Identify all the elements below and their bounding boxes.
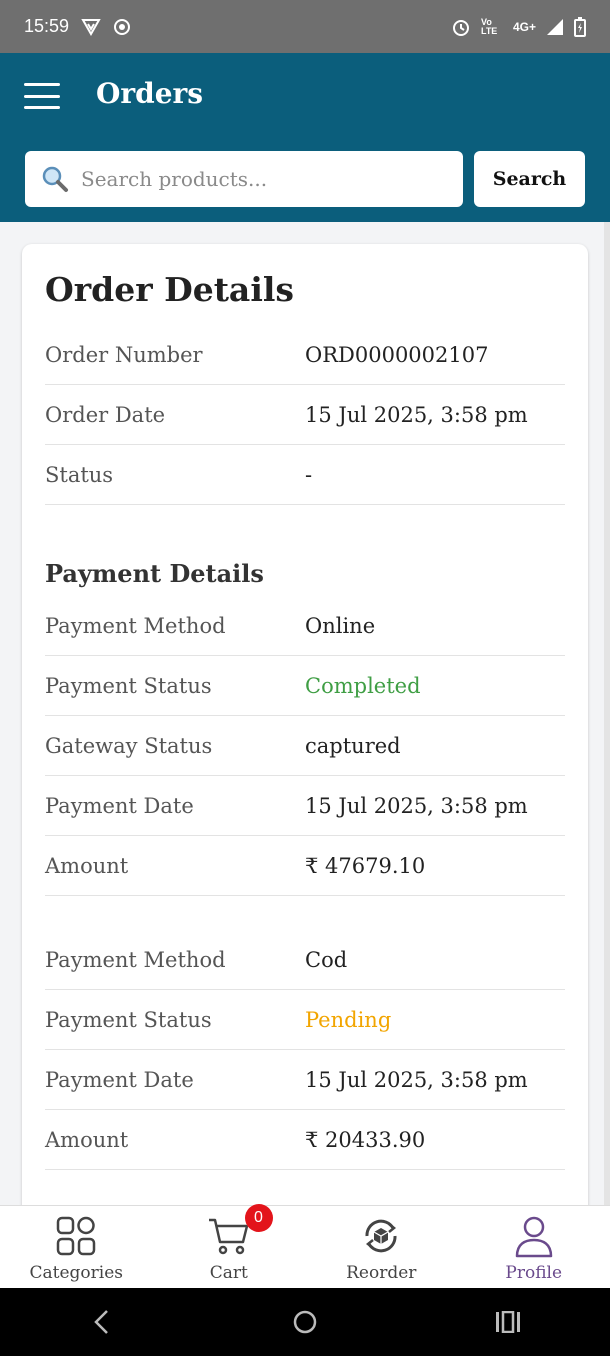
payment-label: Payment Method: [45, 947, 226, 972]
payment-value: 15 Jul 2025, 3:58 pm: [305, 1067, 528, 1092]
cart-icon: [208, 1218, 248, 1255]
detail-value: 15 Jul 2025, 3:58 pm: [305, 402, 528, 427]
payment-row: Gateway Status captured: [45, 716, 565, 776]
signal-icon: [547, 18, 563, 35]
detail-value: ORD0000002107: [305, 342, 489, 367]
payment-value: Online: [305, 613, 376, 638]
search-icon: [42, 166, 68, 192]
scrollbar[interactable]: [604, 222, 610, 1205]
nav-label: Profile: [505, 1263, 563, 1283]
nav-cart[interactable]: 0 Cart: [153, 1204, 306, 1288]
payment-value: captured: [305, 733, 401, 758]
back-icon[interactable]: [72, 1302, 132, 1342]
payment-label: Amount: [45, 853, 129, 878]
recents-icon[interactable]: [478, 1302, 538, 1342]
app-header: Orders Search: [0, 53, 610, 222]
payment-label: Payment Method: [45, 613, 226, 638]
home-icon[interactable]: [275, 1302, 335, 1342]
reorder-icon: [365, 1219, 397, 1253]
payment-label: Payment Status: [45, 1007, 212, 1032]
battery-icon: [574, 16, 586, 37]
nav-label: Reorder: [346, 1263, 417, 1283]
payment-row: Amount ₹ 47679.10: [45, 836, 565, 896]
nav-label: Cart: [209, 1263, 248, 1283]
bottom-nav: Categories 0 Cart Reorder Profile: [0, 1204, 610, 1288]
detail-value: -: [305, 462, 313, 487]
payment-row: [45, 1170, 565, 1205]
payment-amount: ₹ 20433.90: [305, 1127, 426, 1152]
hamburger-menu-icon[interactable]: [24, 83, 60, 109]
detail-label: Order Date: [45, 402, 166, 427]
payment-amount: ₹ 47679.10: [305, 853, 426, 878]
payment-label: Payment Date: [45, 793, 194, 818]
detail-row: Order Number ORD0000002107: [45, 325, 565, 385]
payment-row: Payment Date 15 Jul 2025, 3:58 pm: [45, 776, 565, 836]
nav-categories[interactable]: Categories: [0, 1206, 153, 1288]
payment-label: Payment Date: [45, 1067, 194, 1092]
detail-row: Order Date 15 Jul 2025, 3:58 pm: [45, 385, 565, 445]
order-details-title: Order Details: [45, 270, 294, 309]
payment-status-pending: Pending: [305, 1007, 392, 1032]
payment-separator: [45, 896, 565, 930]
payment-value: 15 Jul 2025, 3:58 pm: [305, 793, 528, 818]
profile-icon: [515, 1216, 552, 1258]
system-navigation-bar: [0, 1288, 610, 1356]
volte-indicator: Vo LTE: [480, 16, 498, 36]
network-indicator: 4G+: [512, 19, 536, 34]
detail-row: Status -: [45, 445, 565, 505]
payment-label: Gateway Status: [45, 733, 213, 758]
nav-profile[interactable]: Profile: [458, 1206, 610, 1288]
payment-value: Cod: [305, 947, 348, 972]
search-input[interactable]: [81, 167, 421, 191]
payment-row: Payment Date 15 Jul 2025, 3:58 pm: [45, 1050, 565, 1110]
grid-icon: [57, 1216, 96, 1256]
payment-status-completed: Completed: [305, 673, 421, 698]
search-box[interactable]: [25, 151, 463, 207]
payment-row: Payment Status Completed: [45, 656, 565, 716]
order-content[interactable]: Order Details Order Number ORD0000002107…: [0, 222, 610, 1205]
payment-details-title: Payment Details: [45, 559, 264, 588]
payment-row: Payment Method Online: [45, 596, 565, 656]
cart-badge: 0: [244, 1204, 273, 1232]
detail-label: Status: [45, 462, 114, 487]
alarm-icon: [452, 19, 469, 36]
payment-label: Amount: [45, 1127, 129, 1152]
payment-row: Payment Status Pending: [45, 990, 565, 1050]
payment-row: Amount ₹ 20433.90: [45, 1110, 565, 1170]
detail-label: Order Number: [45, 342, 203, 367]
nav-label: Categories: [29, 1263, 124, 1283]
payment-row: Payment Method Cod: [45, 930, 565, 990]
search-button[interactable]: Search: [474, 151, 585, 207]
order-details-card: Order Details Order Number ORD0000002107…: [22, 244, 588, 1205]
payment-label: Payment Status: [45, 673, 212, 698]
status-bar: 15:59 Vo LTE 4G+: [0, 0, 610, 53]
nav-reorder[interactable]: Reorder: [305, 1206, 458, 1288]
vpn-icon: [81, 18, 101, 36]
record-icon: [114, 18, 131, 35]
status-time: 15:59: [24, 16, 70, 36]
page-title: Orders: [96, 77, 204, 110]
